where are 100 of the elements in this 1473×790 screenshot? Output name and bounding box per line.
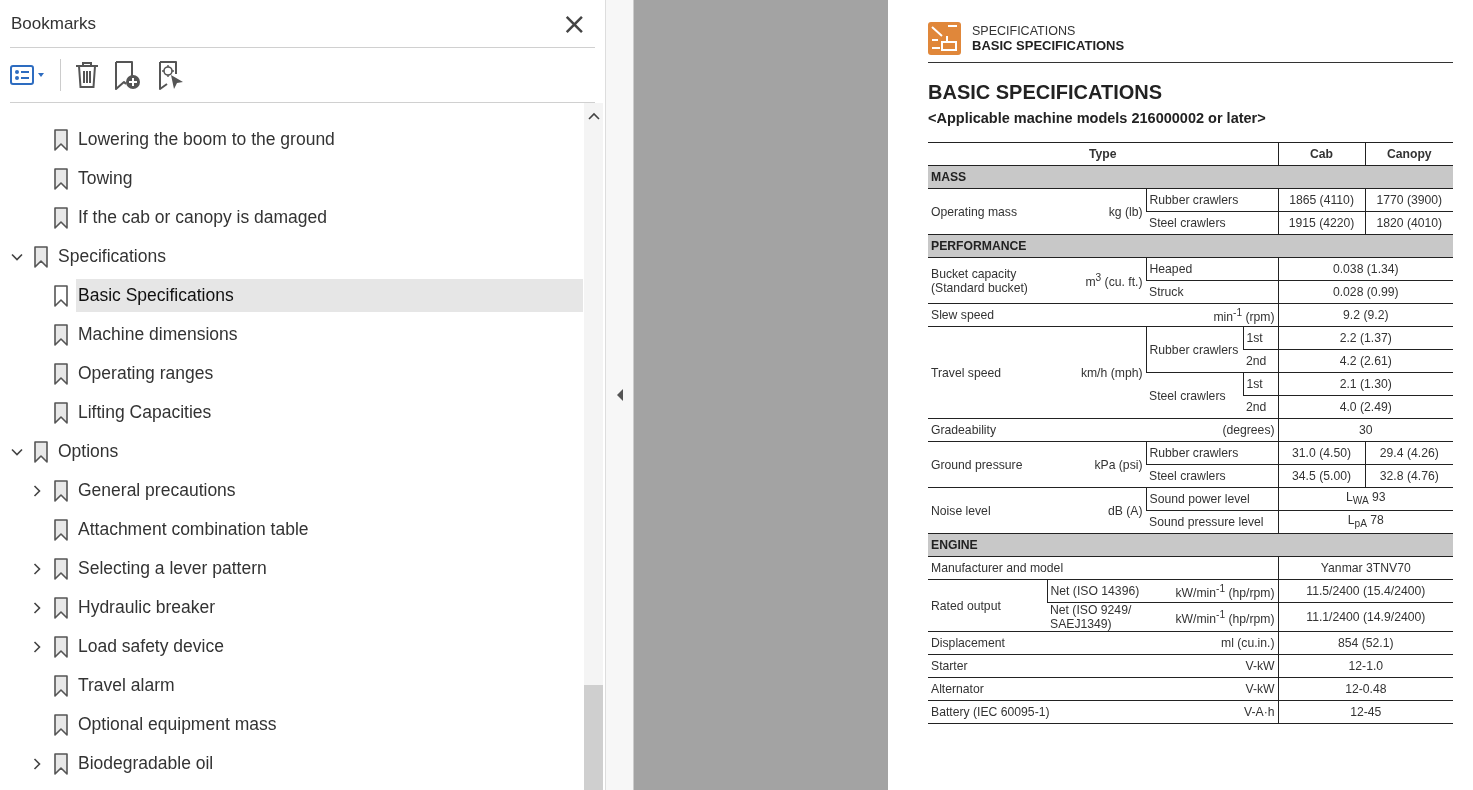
table-cell: Rubber crawlers [1146, 188, 1279, 212]
bookmark-item[interactable]: Lifting Capacities [76, 396, 583, 429]
scrollbar[interactable] [584, 103, 603, 790]
unit-label: m$^{3}$ (cu. ft.) [1085, 271, 1143, 290]
page-heading: BASIC SPECIFICATIONS [928, 81, 1164, 104]
row-label: Manufacturer and model [931, 561, 1064, 575]
table-cell: 1770 (3900) [1365, 188, 1454, 212]
table-cell: Struck [1146, 280, 1279, 304]
table-cell: 0.028 (0.99) [1278, 280, 1454, 304]
table-cell: 12-1.0 [1278, 654, 1454, 678]
bookmark-icon [54, 752, 68, 775]
row-label: Noise level [931, 503, 991, 518]
table-cell: Steel crawlers [1146, 372, 1243, 419]
table-cell: 854 (52.1) [1278, 631, 1454, 655]
table-cell: 1820 (4010) [1365, 211, 1454, 235]
section-title: SPECIFICATIONS [972, 24, 1077, 38]
close-button[interactable]: × [553, 8, 595, 39]
find-bookmark-icon[interactable] [157, 60, 185, 90]
unit-label: (degrees) [1222, 423, 1275, 437]
table-cell: Rubber crawlers [1146, 441, 1279, 465]
bookmark-item[interactable]: Options [56, 435, 583, 468]
bookmark-item[interactable]: Hydraulic breaker [76, 591, 583, 624]
table-cell: 29.4 (4.26) [1365, 441, 1454, 465]
table-cell: 30 [1278, 418, 1454, 442]
collapse-panel-icon[interactable] [615, 389, 624, 401]
bookmark-item[interactable]: Specifications [56, 240, 583, 273]
table-cell: Sound power level [1146, 487, 1279, 511]
bookmark-item[interactable]: Load safety device [76, 630, 583, 663]
bookmark-item[interactable]: Optional equipment mass [76, 708, 583, 741]
row-label: Gradeability [931, 423, 997, 437]
unit-label: kPa (psi) [1094, 457, 1143, 472]
bookmark-icon [54, 674, 68, 697]
row-label: Operating mass [931, 204, 1018, 219]
table-cell: 1st [1243, 372, 1279, 396]
trash-icon[interactable] [75, 61, 99, 89]
unit-label: kW/min$^{-1}$ (hp/rpm) [1175, 581, 1275, 601]
row-label: Net (ISO 14396) [1050, 584, 1140, 598]
table-cell: 12-45 [1278, 700, 1454, 724]
scroll-up-icon[interactable] [587, 111, 600, 121]
bookmark-item[interactable]: Selecting a lever pattern [76, 552, 583, 585]
bookmark-icon [54, 167, 68, 190]
bookmark-item[interactable]: Machine dimensions [76, 318, 583, 351]
measurement-icon [928, 22, 961, 55]
bookmark-icon [54, 518, 68, 541]
table-cell: 11.1/2400 (14.9/2400) [1278, 602, 1454, 632]
bookmark-icon [54, 362, 68, 385]
row-label: Displacement [931, 636, 1005, 650]
section-header: MASS [928, 165, 1454, 189]
row-label: Travel speed [931, 365, 1001, 380]
table-cell: 2nd [1243, 349, 1279, 373]
table-cell: 34.5 (5.00) [1278, 464, 1366, 488]
options-menu-button[interactable] [10, 64, 46, 86]
table-cell: L$_{pA}$ 78 [1278, 510, 1454, 534]
table-cell: 1915 (4220) [1278, 211, 1366, 235]
bookmark-icon [54, 323, 68, 346]
table-cell: 11.5/2400 (15.4/2400) [1278, 579, 1454, 603]
bookmark-item[interactable]: Lowering the boom to the ground [76, 123, 583, 156]
table-cell: 4.2 (2.61) [1278, 349, 1454, 373]
bookmark-icon [34, 245, 48, 268]
unit-label: kW/min$^{-1}$ (hp/rpm) [1175, 607, 1275, 627]
row-label: Rated output [931, 598, 1001, 613]
row-label: Slew speed [931, 308, 994, 322]
bookmark-item[interactable]: If the cab or canopy is damaged [76, 201, 583, 234]
row-label: Ground pressure [931, 457, 1023, 472]
table-cell: Rubber crawlers [1146, 326, 1243, 373]
bookmark-item[interactable]: Operating ranges [76, 357, 583, 390]
unit-label: dB (A) [1107, 503, 1143, 518]
unit-label: V-A·h [1244, 705, 1275, 719]
table-cell: 1865 (4110) [1278, 188, 1366, 212]
bookmark-icon [34, 440, 48, 463]
row-label: Alternator [931, 682, 984, 696]
table-cell: 1st [1243, 326, 1279, 350]
subsection-title: BASIC SPECIFICATIONS [972, 38, 1125, 53]
unit-label: V-kW [1245, 682, 1275, 696]
add-bookmark-icon[interactable] [113, 60, 143, 90]
bookmark-item[interactable]: Basic Specifications [76, 279, 583, 312]
scrollbar-thumb[interactable] [584, 685, 603, 790]
row-label: Net (ISO 9249/ SAEJ1349) [1050, 603, 1132, 631]
table-cell: 31.0 (4.50) [1278, 441, 1366, 465]
unit-label: ml (cu.in.) [1221, 636, 1275, 650]
bookmark-item[interactable]: Travel alarm [76, 669, 583, 702]
table-cell: 2nd [1243, 395, 1279, 419]
table-cell: 32.8 (4.76) [1365, 464, 1454, 488]
page-subtitle: <Applicable machine models 216000002 or later> [928, 110, 1267, 126]
bookmark-item[interactable]: Towing [76, 162, 583, 195]
section-header: ENGINE [928, 533, 1454, 557]
bookmark-icon [54, 635, 68, 658]
table-cell: 2.2 (1.37) [1278, 326, 1454, 350]
table-cell: 0.038 (1.34) [1278, 257, 1454, 281]
row-label: Starter [931, 659, 968, 673]
table-cell: Sound pressure level [1146, 510, 1279, 534]
unit-label: kg (lb) [1108, 204, 1143, 219]
table-cell: 2.1 (1.30) [1278, 372, 1454, 396]
bookmark-item[interactable]: Biodegradable oil [76, 747, 583, 780]
bookmark-icon [54, 557, 68, 580]
bookmark-icon [54, 284, 68, 307]
bookmark-item[interactable]: General precautions [76, 474, 583, 507]
bookmark-item[interactable]: Attachment combination table [76, 513, 583, 546]
bookmark-icon [54, 479, 68, 502]
unit-label: V-kW [1245, 659, 1275, 673]
